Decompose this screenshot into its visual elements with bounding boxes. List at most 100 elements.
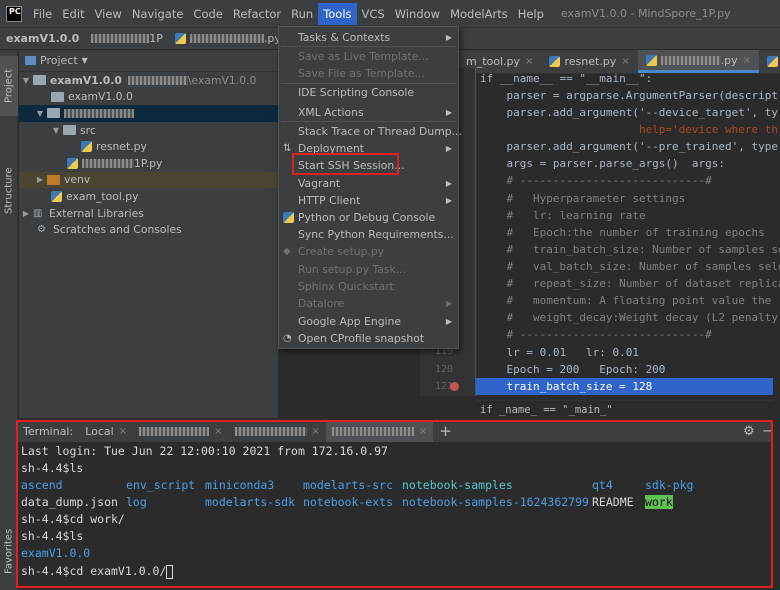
menu-item-save-file-template: Save File as Template... bbox=[279, 65, 458, 82]
code-line[interactable]: # val_batch_size: Number of samples sele bbox=[480, 258, 780, 275]
code-line[interactable]: help='device where th bbox=[480, 121, 778, 138]
chevron-right-icon[interactable]: ▶ bbox=[35, 175, 45, 184]
menu-modelarts[interactable]: ModelArts bbox=[445, 3, 513, 25]
breakpoint-icon[interactable] bbox=[450, 382, 459, 391]
tree-item-examv100[interactable]: examV1.0.0 bbox=[19, 89, 278, 106]
breadcrumb-file-main[interactable]: 1P bbox=[85, 32, 169, 45]
menu-window[interactable]: Window bbox=[390, 3, 445, 25]
chevron-right-icon: ▶ bbox=[445, 144, 452, 153]
code-line[interactable]: parser = argparse.ArgumentParser(descrip… bbox=[480, 87, 778, 104]
chevron-down-icon[interactable]: ▼ bbox=[51, 126, 61, 135]
code-line[interactable]: parser.add_argument('--pre_trained', typ… bbox=[480, 138, 778, 155]
code-line[interactable]: # momentum: A floating point value the bbox=[480, 292, 771, 309]
editor-tab-serial[interactable]: seri bbox=[759, 50, 780, 73]
code-line[interactable]: parser.add_argument('--device_target', t… bbox=[480, 104, 778, 121]
code-line[interactable]: args = parser.parse_args() args: bbox=[480, 155, 725, 172]
redacted-text bbox=[189, 34, 264, 43]
chevron-right-icon[interactable]: ▶ bbox=[21, 209, 31, 218]
python-file-icon bbox=[549, 56, 561, 67]
chevron-down-icon[interactable]: ▼ bbox=[21, 76, 31, 85]
breadcrumb-project[interactable]: examV1.0.0 bbox=[0, 32, 85, 45]
code-line[interactable]: # lr: learning rate bbox=[480, 207, 645, 224]
menu-item-http-client[interactable]: HTTP Client ▶ bbox=[279, 192, 458, 209]
code-line[interactable]: # Hyperparameter settings bbox=[480, 190, 685, 207]
code-line[interactable]: if __name__ == "__main__": bbox=[480, 70, 652, 87]
menu-item-open-cprofile[interactable]: ◔ Open CProfile snapshot bbox=[279, 330, 458, 347]
tree-item-label: 1P.py bbox=[134, 156, 163, 170]
python-file-icon bbox=[51, 190, 62, 202]
chevron-right-icon: ▶ bbox=[445, 299, 452, 308]
menu-item-label: IDE Scripting Console bbox=[298, 86, 415, 99]
breadcrumb-file[interactable]: .py bbox=[169, 32, 287, 45]
project-panel-title: Project bbox=[40, 54, 78, 67]
editor-tab-active[interactable]: .py × bbox=[637, 50, 760, 73]
tree-item-resnet[interactable]: resnet.py bbox=[19, 138, 278, 155]
tree-item-exam-tool[interactable]: exam_tool.py bbox=[19, 188, 278, 205]
tool-tab-structure[interactable]: Structure bbox=[0, 160, 18, 222]
tools-menu-dropdown: Tasks & Contexts ▶ Save as Live Template.… bbox=[278, 26, 462, 349]
code-line[interactable]: # ----------------------------# bbox=[480, 326, 711, 343]
menu-item-label: Save as Live Template... bbox=[298, 50, 429, 63]
menu-vcs[interactable]: VCS bbox=[357, 3, 390, 25]
chevron-right-icon: ▶ bbox=[445, 179, 452, 188]
chevron-down-icon[interactable]: ▼ bbox=[82, 56, 88, 65]
editor-breadcrumb[interactable]: if _name_ == "_main_" bbox=[476, 400, 773, 418]
tree-item-main-script[interactable]: 1P.py bbox=[19, 155, 278, 172]
code-line[interactable]: # weight_decay:Weight decay (L2 penalty bbox=[480, 309, 778, 326]
menu-refactor[interactable]: Refactor bbox=[228, 3, 286, 25]
menu-item-vagrant[interactable]: Vagrant ▶ bbox=[279, 175, 458, 192]
tree-item-external-libraries[interactable]: ▶ ▥ External Libraries bbox=[19, 205, 278, 222]
pycharm-logo-icon: PC bbox=[6, 5, 22, 22]
close-icon[interactable]: × bbox=[621, 56, 629, 67]
python-file-icon: ◆ bbox=[283, 246, 291, 257]
annotation-highlight-terminal bbox=[16, 420, 773, 588]
tree-item-venv[interactable]: ▶ venv bbox=[19, 171, 278, 189]
menu-edit[interactable]: Edit bbox=[57, 3, 89, 25]
menu-item-google-app-engine[interactable]: Google App Engine ▶ bbox=[279, 313, 458, 330]
menu-file[interactable]: File bbox=[28, 3, 57, 25]
menu-code[interactable]: Code bbox=[188, 3, 227, 25]
code-line[interactable]: Epoch = 200 Epoch: 200 bbox=[480, 361, 665, 378]
menu-item-ide-scripting-console[interactable]: IDE Scripting Console bbox=[279, 84, 458, 101]
profiler-icon: ◔ bbox=[283, 333, 292, 344]
menu-tools[interactable]: Tools bbox=[318, 2, 357, 25]
chevron-right-icon: ▶ bbox=[445, 317, 452, 326]
tab-label: resnet.py bbox=[564, 55, 617, 68]
code-line[interactable]: # train_batch_size: Number of samples se bbox=[480, 241, 780, 258]
tree-item-label: src bbox=[80, 123, 96, 137]
menu-run[interactable]: Run bbox=[286, 3, 318, 25]
menu-item-create-setup: ◆ Create setup.py bbox=[279, 243, 458, 260]
chevron-down-icon[interactable]: ▼ bbox=[35, 109, 45, 118]
menu-help[interactable]: Help bbox=[513, 3, 549, 25]
menu-item-label: Save File as Template... bbox=[298, 67, 425, 80]
menu-separator bbox=[281, 121, 456, 122]
menu-view[interactable]: View bbox=[90, 3, 127, 25]
close-icon[interactable]: × bbox=[743, 55, 751, 66]
tree-item-redacted-folder[interactable]: ▼ bbox=[19, 105, 278, 122]
tree-item-label: resnet.py bbox=[96, 140, 147, 154]
code-line[interactable]: lr = 0.01 lr: 0.01 bbox=[480, 344, 638, 361]
project-view-icon bbox=[25, 56, 36, 65]
tool-tab-project[interactable]: Project bbox=[0, 56, 18, 116]
menu-item-stack-trace[interactable]: Stack Trace or Thread Dump... bbox=[279, 123, 462, 140]
python-file-icon bbox=[81, 141, 92, 153]
menu-navigate[interactable]: Navigate bbox=[127, 3, 189, 25]
menu-bar: PC File Edit View Navigate Code Refactor… bbox=[0, 0, 780, 28]
menu-item-tasks-contexts[interactable]: Tasks & Contexts ▶ bbox=[279, 29, 458, 46]
close-icon[interactable]: × bbox=[525, 56, 533, 67]
tree-item-project-root[interactable]: ▼ examV1.0.0 \examV1.0.0 bbox=[19, 72, 278, 89]
code-line[interactable]: # ----------------------------# bbox=[480, 172, 711, 189]
menu-item-xml-actions[interactable]: XML Actions ▶ bbox=[279, 104, 458, 121]
menu-item-sync-requirements[interactable]: Sync Python Requirements... bbox=[279, 226, 458, 243]
tree-item-src[interactable]: ▼ src bbox=[19, 122, 278, 139]
menu-item-sphinx-quickstart: Sphinx Quickstart bbox=[279, 278, 458, 295]
redacted-text bbox=[82, 158, 134, 168]
redacted-text bbox=[64, 108, 134, 118]
menu-item-python-debug-console[interactable]: Python or Debug Console bbox=[279, 209, 458, 226]
tree-item-label: exam_tool.py bbox=[66, 189, 139, 203]
code-line[interactable]: # repeat_size: Number of dataset replica bbox=[480, 275, 780, 292]
code-line[interactable]: # Epoch:the number of training epochs bbox=[480, 224, 764, 241]
tree-item-scratches[interactable]: ⚙ Scratches and Consoles bbox=[19, 221, 278, 238]
code-line-current[interactable]: train_batch_size = 128 bbox=[480, 378, 652, 395]
menu-item-label: Vagrant bbox=[298, 177, 341, 190]
